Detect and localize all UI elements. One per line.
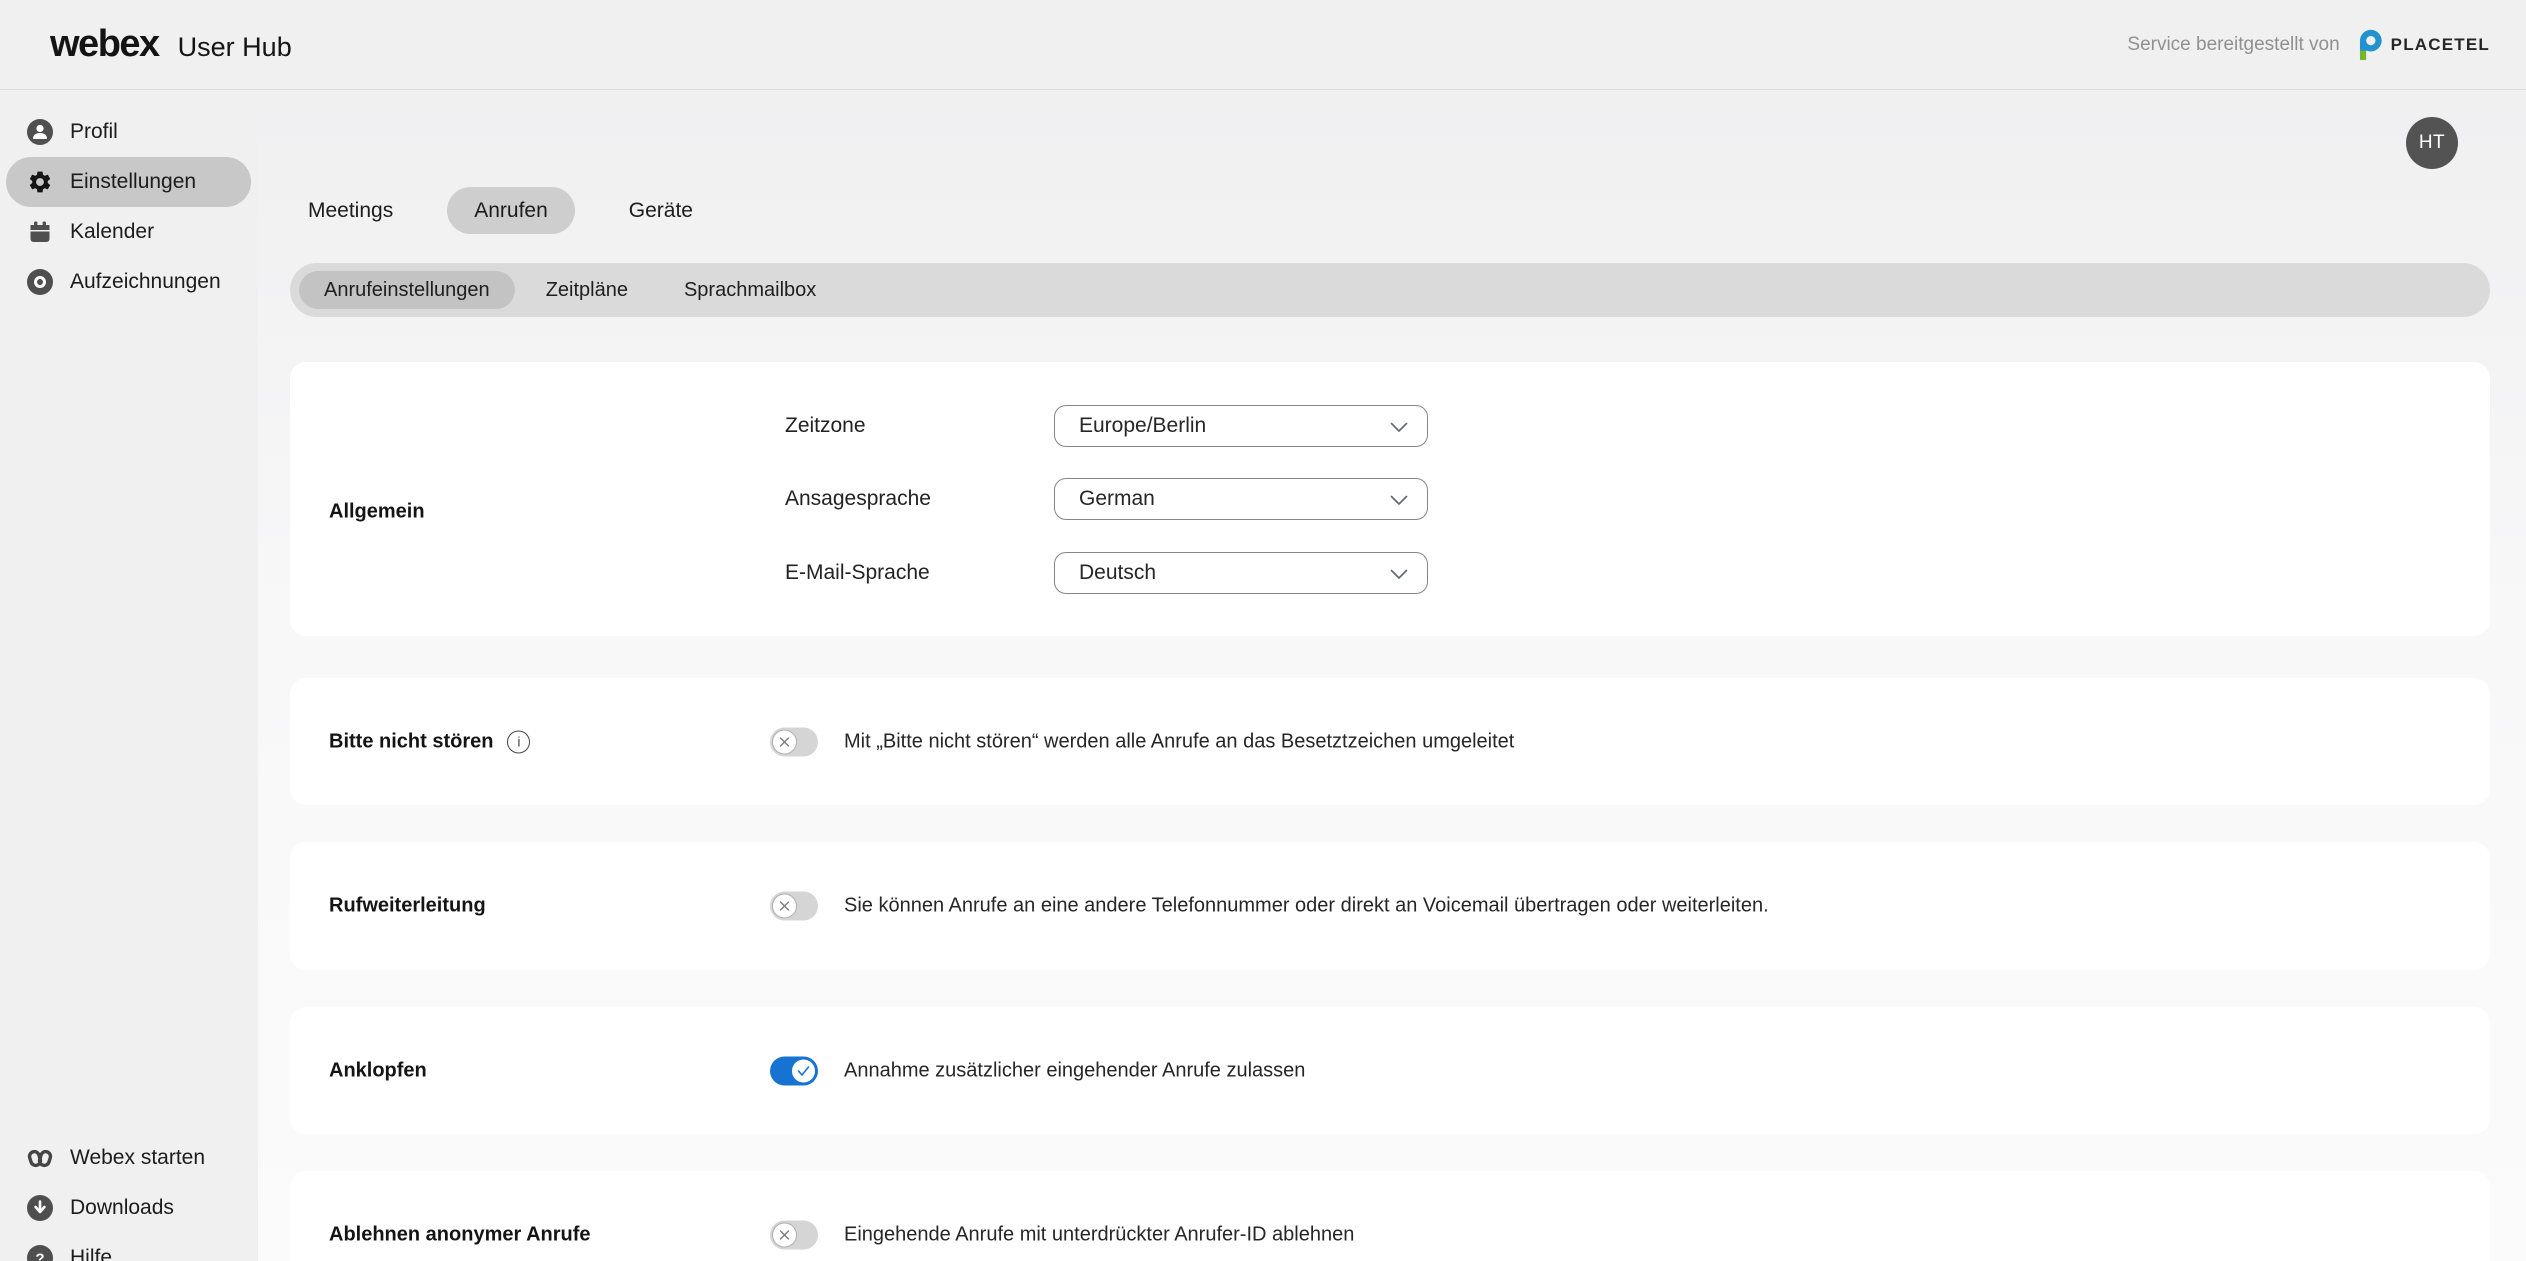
- sidebar-item-downloads[interactable]: Downloads: [6, 1183, 251, 1233]
- field-label: Ansagesprache: [785, 487, 1054, 511]
- tab-meetings[interactable]: Meetings: [281, 187, 420, 234]
- section-title-allgemein: Allgemein: [329, 501, 425, 524]
- sidebar: Profil Einstellungen Kalender Aufze: [0, 90, 258, 1261]
- settings-gear-icon: [27, 169, 53, 195]
- toggle-knob: [772, 894, 797, 919]
- field-ansagesprache: Ansagesprache German: [785, 478, 1428, 520]
- zeitzone-select[interactable]: Europe/Berlin: [1054, 405, 1428, 447]
- chevron-down-icon: [1390, 495, 1408, 506]
- page-title: User Hub: [178, 32, 292, 63]
- field-label: Zeitzone: [785, 414, 1054, 438]
- rufweiterleitung-toggle[interactable]: [770, 892, 818, 921]
- anonyme-anrufe-toggle[interactable]: [770, 1220, 818, 1249]
- webex-logo: webex: [50, 23, 159, 66]
- sidebar-item-label: Downloads: [70, 1196, 174, 1220]
- section-title-anonyme-anrufe: Ablehnen anonymer Anrufe: [329, 1223, 591, 1246]
- sidebar-nav: Profil Einstellungen Kalender Aufze: [0, 90, 258, 307]
- section-title-text: Bitte nicht stören: [329, 730, 493, 753]
- toggle-description: Annahme zusätzlicher eingehender Anrufe …: [844, 1059, 1305, 1082]
- info-icon[interactable]: i: [507, 730, 530, 753]
- toggle-description: Mit „Bitte nicht stören“ werden alle Anr…: [844, 730, 1514, 753]
- sidebar-item-aufzeichnungen[interactable]: Aufzeichnungen: [6, 257, 251, 307]
- dnd-toggle[interactable]: [770, 727, 818, 756]
- webex-logo-icon: [27, 1145, 53, 1171]
- recordings-icon: [27, 269, 53, 295]
- sidebar-item-label: Einstellungen: [70, 170, 196, 194]
- card-rufweiterleitung: Rufweiterleitung Sie können Anrufe an ei…: [290, 842, 2490, 970]
- field-zeitzone: Zeitzone Europe/Berlin: [785, 405, 1428, 447]
- section-title-dnd: Bitte nicht stören i: [329, 730, 530, 753]
- card-anklopfen: Anklopfen Annahme zusätzlicher eingehend…: [290, 1007, 2490, 1134]
- check-icon: [797, 1065, 810, 1076]
- card-bitte-nicht-stoeren: Bitte nicht stören i Mit „Bitte nicht st…: [290, 678, 2490, 805]
- primary-tabs: Meetings Anrufen Geräte: [281, 187, 720, 234]
- provider-note: Service bereitgestellt von: [2127, 34, 2339, 56]
- secondary-tabs: Anrufeinstellungen Zeitpläne Sprachmailb…: [290, 263, 2490, 317]
- toggle-description: Sie können Anrufe an eine andere Telefon…: [844, 895, 1769, 918]
- provider-area: Service bereitgestellt von PLACETEL: [2127, 29, 2490, 60]
- help-icon: ?: [27, 1245, 53, 1261]
- selected-value: Europe/Berlin: [1079, 414, 1206, 438]
- sidebar-item-label: Kalender: [70, 220, 154, 244]
- selected-value: Deutsch: [1079, 561, 1156, 585]
- calendar-icon: [27, 219, 53, 245]
- toggle-knob: [772, 729, 797, 754]
- main-content: HT Meetings Anrufen Geräte Anrufeinstell…: [258, 90, 2526, 1261]
- section-title-anklopfen: Anklopfen: [329, 1059, 427, 1082]
- placetel-wordmark: PLACETEL: [2391, 35, 2490, 55]
- brand-area: webex User Hub: [50, 23, 292, 66]
- sidebar-item-profil[interactable]: Profil: [6, 107, 251, 157]
- sidebar-item-label: Aufzeichnungen: [70, 270, 221, 294]
- subtab-sprachmailbox[interactable]: Sprachmailbox: [659, 271, 841, 309]
- app-header: webex User Hub Service bereitgestellt vo…: [0, 0, 2526, 90]
- chevron-down-icon: [1390, 569, 1408, 580]
- sidebar-item-label: Webex starten: [70, 1146, 205, 1170]
- sidebar-footer: Webex starten Downloads ? Hilfe: [0, 1116, 258, 1261]
- field-label: E-Mail-Sprache: [785, 561, 1054, 585]
- tab-anrufen[interactable]: Anrufen: [447, 187, 575, 234]
- tab-geraete[interactable]: Geräte: [602, 187, 720, 234]
- sidebar-item-einstellungen[interactable]: Einstellungen: [6, 157, 251, 207]
- section-title-rufweiterleitung: Rufweiterleitung: [329, 895, 486, 918]
- toggle-knob: [791, 1058, 816, 1083]
- placetel-p-icon: [2353, 29, 2384, 60]
- subtab-zeitplaene[interactable]: Zeitpläne: [521, 271, 653, 309]
- cross-icon: [779, 901, 790, 912]
- anklopfen-toggle[interactable]: [770, 1056, 818, 1085]
- svg-text:?: ?: [35, 1251, 44, 1261]
- cross-icon: [779, 1229, 790, 1240]
- sidebar-item-webex-starten[interactable]: Webex starten: [6, 1133, 251, 1183]
- field-email-sprache: E-Mail-Sprache Deutsch: [785, 552, 1428, 594]
- card-ablehnen-anonymer-anrufe: Ablehnen anonymer Anrufe Eingehende Anru…: [290, 1171, 2490, 1261]
- sidebar-item-label: Hilfe: [70, 1246, 112, 1261]
- chevron-down-icon: [1390, 422, 1408, 433]
- sidebar-item-kalender[interactable]: Kalender: [6, 207, 251, 257]
- subtab-anrufeinstellungen[interactable]: Anrufeinstellungen: [299, 271, 515, 309]
- avatar[interactable]: HT: [2406, 117, 2458, 169]
- placetel-logo: PLACETEL: [2353, 29, 2490, 60]
- ansagesprache-select[interactable]: German: [1054, 478, 1428, 520]
- selected-value: German: [1079, 487, 1155, 511]
- sidebar-item-label: Profil: [70, 120, 118, 144]
- toggle-knob: [772, 1222, 797, 1247]
- cross-icon: [779, 736, 790, 747]
- toggle-description: Eingehende Anrufe mit unterdrückter Anru…: [844, 1223, 1354, 1246]
- download-icon: [27, 1195, 53, 1221]
- card-allgemein: Allgemein Zeitzone Europe/Berlin Ansages…: [290, 362, 2490, 636]
- profile-icon: [27, 119, 53, 145]
- sidebar-item-hilfe[interactable]: ? Hilfe: [6, 1233, 251, 1261]
- email-sprache-select[interactable]: Deutsch: [1054, 552, 1428, 594]
